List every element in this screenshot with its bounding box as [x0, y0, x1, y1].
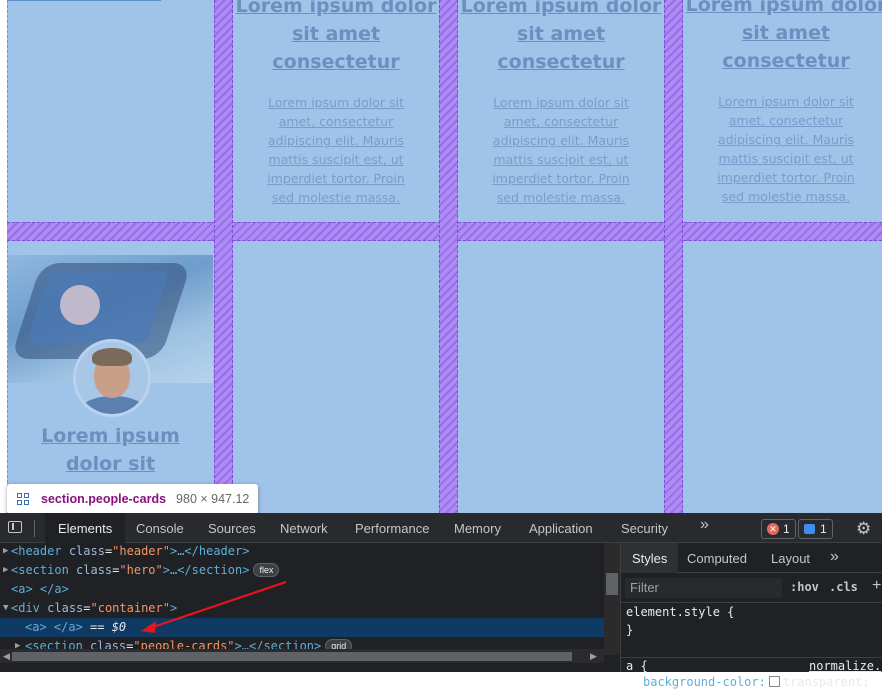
- more-side-tabs-icon[interactable]: »: [830, 543, 839, 573]
- goals-badge-graphic: [60, 285, 100, 325]
- css-property[interactable]: background-color:: [643, 675, 766, 689]
- scroll-right-icon[interactable]: ▶: [590, 651, 597, 662]
- page-viewport: Lorem ipsum dolor sit amet consectetur L…: [0, 0, 882, 513]
- tab-performance[interactable]: Performance: [355, 513, 429, 543]
- filter-bar: Filter :hov .cls +: [621, 573, 882, 603]
- tooltip-size: 980 × 947.12: [176, 492, 250, 506]
- message-count-badge[interactable]: 1: [798, 519, 833, 539]
- scroll-left-icon[interactable]: ◀: [3, 651, 10, 662]
- tooltip-selector: section.people-cards: [41, 492, 167, 506]
- a-rule-source-link[interactable]: normalize.: [809, 659, 881, 673]
- avatar-body: [80, 396, 146, 414]
- scroll-thumb[interactable]: [12, 652, 572, 661]
- error-icon: ✕: [767, 523, 779, 535]
- tabbar-divider: [34, 520, 35, 537]
- element-style-rule-open[interactable]: element.style {: [626, 605, 734, 619]
- side-tabbar: Styles Computed Layout »: [621, 543, 882, 573]
- filter-input[interactable]: Filter: [625, 578, 782, 598]
- tab-computed[interactable]: Computed: [687, 543, 747, 573]
- color-swatch-icon[interactable]: [768, 676, 780, 687]
- grid-column-gap: [214, 0, 233, 513]
- message-icon: [804, 524, 815, 534]
- avatar-hair: [92, 348, 132, 366]
- dom-tree: ▶ <header class="header">…</header> ▶ <s…: [0, 543, 604, 655]
- card-text[interactable]: Lorem ipsum dolor sit amet, consectetur …: [706, 92, 866, 206]
- more-tabs-icon[interactable]: »: [700, 516, 709, 534]
- error-count: 1: [783, 522, 790, 536]
- devtools-panel: Elements Console Sources Network Perform…: [0, 513, 882, 689]
- horizontal-scrollbar[interactable]: ◀ ▶: [0, 649, 604, 663]
- tab-layout[interactable]: Layout: [771, 543, 810, 573]
- element-style-rule-close: }: [626, 623, 634, 637]
- tab-console[interactable]: Console: [136, 513, 184, 543]
- a-rule-declaration[interactable]: background-color: transparent;: [643, 675, 870, 689]
- grid-column-gap: [664, 0, 683, 513]
- tab-styles[interactable]: Styles: [621, 543, 679, 573]
- tab-security[interactable]: Security: [621, 513, 668, 543]
- element-inspect-tooltip: section.people-cards 980 × 947.12: [7, 484, 259, 513]
- scroll-thumb[interactable]: [606, 573, 618, 595]
- rule-divider: [621, 657, 882, 658]
- devtools-tabbar: Elements Console Sources Network Perform…: [0, 513, 882, 543]
- source-link[interactable]: normalize.: [809, 659, 881, 673]
- tab-elements[interactable]: Elements: [45, 513, 126, 543]
- people-card[interactable]: Lorem ipsum dolor sit amet consectetur L…: [233, 0, 439, 207]
- tab-application[interactable]: Application: [529, 513, 593, 543]
- avatar: [73, 339, 151, 417]
- vertical-scrollbar[interactable]: [604, 543, 620, 655]
- a-rule-selector[interactable]: a {: [626, 659, 648, 673]
- tab-memory[interactable]: Memory: [454, 513, 501, 543]
- new-rule-icon[interactable]: +: [872, 577, 881, 595]
- card-title[interactable]: Lorem ipsum dolor sit amet consectetur: [683, 0, 882, 75]
- hov-toggle[interactable]: :hov: [790, 580, 819, 594]
- card-text[interactable]: Lorem ipsum dolor sit amet, consectetur …: [486, 93, 636, 207]
- css-value[interactable]: transparent;: [783, 675, 870, 689]
- styles-pane: Styles Computed Layout » Filter :hov .cl…: [620, 543, 882, 689]
- people-card[interactable]: Lorem ipsum dolor sit amet consectetur L…: [683, 0, 882, 206]
- tab-network[interactable]: Network: [280, 513, 328, 543]
- red-annotation-arrow: [141, 580, 287, 633]
- message-count: 1: [820, 522, 827, 536]
- card-text[interactable]: Lorem ipsum dolor sit amet, consectetur …: [261, 93, 411, 207]
- error-count-badge[interactable]: ✕ 1: [761, 519, 796, 539]
- device-toolbar-icon[interactable]: [8, 521, 22, 533]
- cls-toggle[interactable]: .cls: [829, 580, 858, 594]
- people-card[interactable]: Lorem ipsum dolor sit amet consectetur L…: [458, 0, 664, 207]
- card-title[interactable]: Lorem ipsum dolor sit amet consectetur: [458, 0, 664, 76]
- tab-sources[interactable]: Sources: [208, 513, 256, 543]
- grid-layout-icon: [17, 493, 29, 505]
- card-title[interactable]: Lorem ipsum dolor sit amet consectetur: [233, 0, 439, 76]
- gear-icon[interactable]: ⚙: [856, 519, 871, 539]
- top-border-line: [7, 0, 161, 1]
- grid-column-gap: [439, 0, 458, 513]
